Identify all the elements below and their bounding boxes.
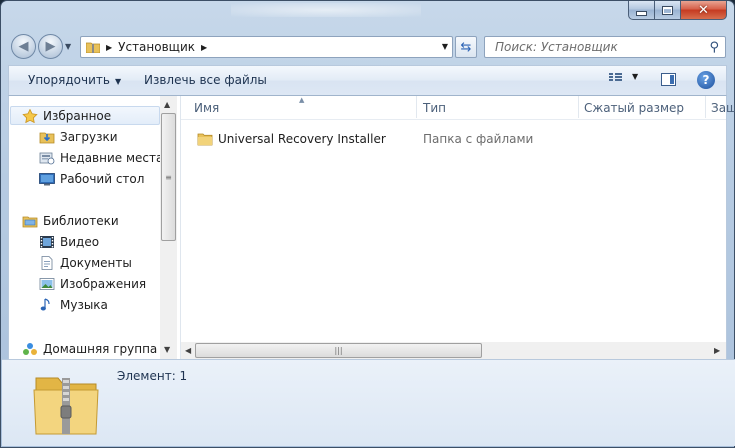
nav-label: Видео — [60, 235, 100, 249]
video-icon — [40, 236, 54, 248]
item-count-label: Элемент: 1 — [117, 369, 188, 383]
nav-item-homegroup[interactable]: Домашняя группа — [22, 340, 157, 358]
chevron-down-icon: ▼ — [632, 72, 639, 81]
address-bar[interactable]: ▶ Установщик ▶ ▼ — [80, 36, 453, 58]
file-name: Universal Recovery Installer — [218, 132, 386, 146]
back-arrow-icon: ◀ — [18, 39, 29, 54]
sort-ascending-icon: ▲ — [299, 96, 305, 104]
nav-label: Рабочий стол — [60, 172, 145, 186]
scroll-right-icon[interactable]: ▶ — [714, 346, 720, 355]
breadcrumb-separator-icon[interactable]: ▶ — [106, 43, 112, 52]
maximize-icon — [662, 5, 673, 15]
recent-places-icon — [39, 152, 55, 165]
content-area: Избранное Загрузки Недавние места Рабочи… — [8, 96, 735, 359]
maximize-button[interactable] — [655, 1, 681, 20]
nav-item-favorites[interactable]: Избранное — [22, 107, 111, 125]
title-glow — [231, 3, 421, 17]
nav-item-video[interactable]: Видео — [39, 233, 99, 251]
nav-item-downloads[interactable]: Загрузки — [39, 128, 118, 146]
nav-item-desktop[interactable]: Рабочий стол — [39, 170, 144, 188]
libraries-icon — [22, 216, 38, 228]
nav-label: Избранное — [43, 109, 112, 123]
help-icon[interactable]: ? — [697, 71, 715, 89]
nav-label: Изображения — [60, 277, 147, 291]
nav-label: Документы — [60, 256, 132, 270]
extract-all-button[interactable]: Извлечь все файлы — [144, 73, 267, 87]
nav-label: Домашняя группа — [43, 342, 158, 356]
folder-icon — [197, 133, 213, 146]
nav-item-music[interactable]: Музыка — [39, 296, 108, 314]
breadcrumb-separator-icon[interactable]: ▶ — [201, 43, 207, 52]
nav-item-libraries[interactable]: Библиотеки — [22, 212, 119, 230]
zip-folder-icon — [86, 42, 100, 53]
details-pane: Элемент: 1 — [2, 359, 735, 446]
column-divider[interactable] — [578, 96, 579, 118]
pictures-icon — [39, 278, 55, 290]
search-icon[interactable]: ⚲ — [709, 40, 719, 55]
preview-pane-icon[interactable] — [661, 73, 676, 86]
explorer-window: ✕ ◀ ▶ ▼ ▶ Установщик ▶ ▼ ⇆ ⚲ Упорядочить… — [0, 0, 735, 448]
nav-label: Загрузки — [60, 130, 118, 144]
navigation-pane: Избранное Загрузки Недавние места Рабочи… — [9, 96, 181, 359]
close-icon: ✕ — [698, 2, 709, 18]
command-bar: Упорядочить ▼ Извлечь все файлы ▼ ? — [8, 65, 727, 96]
documents-icon — [41, 256, 53, 270]
nav-item-recent-places[interactable]: Недавние места — [39, 149, 163, 167]
music-icon — [40, 298, 50, 311]
nav-vertical-scrollbar[interactable]: ▲ ≡ ▼ — [160, 96, 177, 359]
scroll-down-icon[interactable]: ▼ — [164, 345, 170, 354]
nav-item-pictures[interactable]: Изображения — [39, 275, 146, 293]
search-box[interactable]: ⚲ — [484, 36, 726, 58]
refresh-button[interactable]: ⇆ — [455, 36, 477, 58]
nav-label: Библиотеки — [43, 214, 119, 228]
scroll-up-icon[interactable]: ▲ — [164, 100, 170, 109]
address-dropdown-icon[interactable]: ▼ — [442, 42, 448, 51]
column-header-name[interactable]: Имя — [194, 101, 219, 115]
nav-label: Музыка — [60, 298, 108, 312]
column-divider[interactable] — [416, 96, 417, 118]
forward-button[interactable]: ▶ — [38, 34, 63, 59]
chevron-down-icon: ▼ — [114, 77, 122, 86]
minimize-icon — [636, 11, 647, 16]
breadcrumb-segment[interactable]: Установщик — [118, 40, 195, 54]
column-divider[interactable] — [705, 96, 706, 118]
back-button[interactable]: ◀ — [11, 34, 36, 59]
homegroup-icon — [23, 343, 37, 355]
navigation-bar: ◀ ▶ ▼ ▶ Установщик ▶ ▼ ⇆ ⚲ — [1, 31, 734, 63]
column-header-row: ▲ Имя Тип Сжатый размер Защ — [181, 96, 735, 120]
close-button[interactable]: ✕ — [681, 1, 727, 20]
column-header-compressed-size[interactable]: Сжатый размер — [584, 101, 684, 115]
column-header-type[interactable]: Тип — [423, 101, 446, 115]
horizontal-scrollbar[interactable]: ◀ ||| ▶ — [181, 342, 726, 359]
recent-pages-dropdown[interactable]: ▼ — [65, 42, 71, 51]
grip-icon: ≡ — [165, 172, 172, 182]
search-input[interactable] — [493, 39, 707, 55]
refresh-icon: ⇆ — [460, 39, 472, 55]
views-icon — [609, 72, 622, 81]
caption-buttons: ✕ — [628, 1, 727, 21]
forward-arrow-icon: ▶ — [45, 39, 56, 54]
file-type: Папка с файлами — [423, 132, 534, 146]
minimize-button[interactable] — [628, 1, 655, 20]
grip-icon: ||| — [334, 346, 343, 355]
downloads-icon — [39, 132, 55, 144]
organize-button[interactable]: Упорядочить ▼ — [28, 73, 121, 87]
scrollbar-thumb[interactable]: ≡ — [161, 113, 176, 241]
scroll-left-icon[interactable]: ◀ — [185, 346, 191, 355]
zip-folder-icon — [33, 377, 99, 435]
change-view-button[interactable]: ▼ — [609, 72, 638, 81]
file-row[interactable]: Universal Recovery Installer — [197, 130, 386, 148]
file-list-pane: ▲ Имя Тип Сжатый размер Защ Universal Re… — [181, 96, 735, 359]
organize-label: Упорядочить — [28, 73, 110, 87]
desktop-icon — [39, 173, 55, 186]
star-icon — [22, 109, 38, 123]
nav-label: Недавние места — [60, 151, 164, 165]
nav-item-documents[interactable]: Документы — [39, 254, 132, 272]
column-header-protected[interactable]: Защ — [711, 101, 735, 115]
scrollbar-thumb[interactable]: ||| — [195, 343, 482, 358]
